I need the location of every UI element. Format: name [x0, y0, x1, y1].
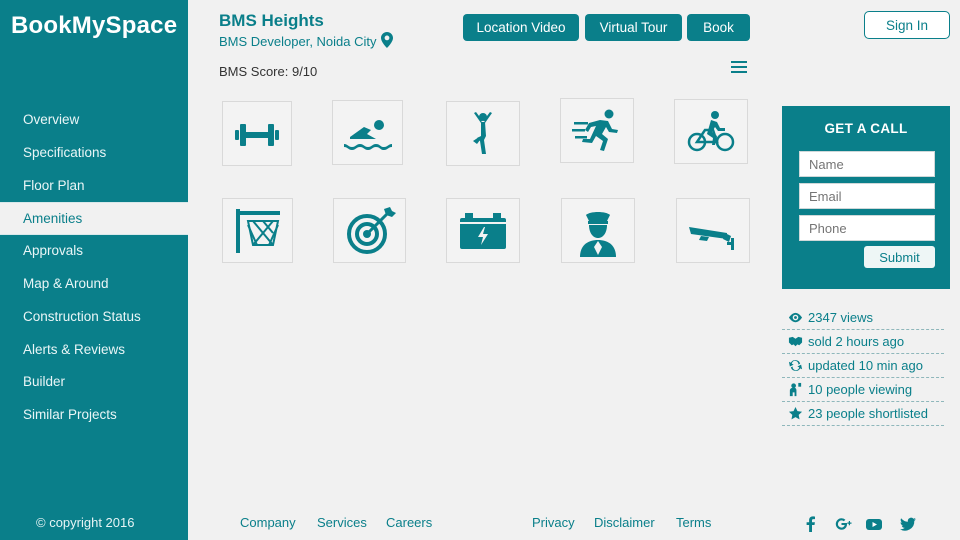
amenity-security-guard: [561, 198, 635, 263]
sidebar-item-similar-projects[interactable]: Similar Projects: [0, 399, 188, 432]
get-a-call-form: GET A CALL Submit: [782, 106, 950, 289]
gym-icon: [235, 123, 279, 146]
footer-link-careers[interactable]: Careers: [386, 515, 432, 530]
stat-text: sold 2 hours ago: [808, 334, 905, 349]
developer-location-text: BMS Developer, Noida City: [219, 34, 377, 49]
eye-icon: [782, 310, 808, 325]
project-subtitle: BMS Developer, Noida City: [219, 32, 393, 51]
bms-score: BMS Score: 9/10: [219, 64, 318, 79]
power-backup-icon: [460, 212, 506, 249]
footer-link-services[interactable]: Services: [317, 515, 367, 530]
sidebar-item-builder[interactable]: Builder: [0, 366, 188, 399]
location-video-button[interactable]: Location Video: [463, 14, 579, 41]
amenity-basketball: [222, 198, 293, 263]
phone-field[interactable]: [799, 215, 935, 241]
sidebar-item-amenities[interactable]: Amenities: [0, 202, 188, 236]
amenity-swimming: [332, 100, 403, 165]
star-icon: [782, 406, 808, 421]
amenity-running: [560, 98, 634, 163]
cycling-icon: [687, 110, 735, 151]
footer-link-disclaimer[interactable]: Disclaimer: [594, 515, 655, 530]
swimming-icon: [343, 119, 392, 150]
sidebar-item-construction-status[interactable]: Construction Status: [0, 301, 188, 334]
amenity-cycling: [674, 99, 748, 164]
amenity-power-backup: [446, 198, 520, 263]
copyright-text: © copyright 2016: [36, 515, 135, 530]
stat-text: 10 people viewing: [808, 382, 913, 397]
running-icon: [572, 109, 618, 151]
sign-in-button[interactable]: Sign In: [864, 11, 950, 39]
virtual-tour-button[interactable]: Virtual Tour: [585, 14, 682, 41]
people-icon: [782, 382, 808, 397]
hamburger-menu-icon[interactable]: [731, 61, 747, 75]
stat-text: updated 10 min ago: [808, 358, 923, 373]
sidebar-item-specifications[interactable]: Specifications: [0, 137, 188, 170]
amenity-yoga: [446, 101, 520, 166]
sidebar: BookMySpace Overview Specifications Floo…: [0, 0, 188, 540]
basketball-icon: [235, 208, 280, 253]
sidebar-item-map-around[interactable]: Map & Around: [0, 268, 188, 301]
sidebar-item-overview[interactable]: Overview: [0, 104, 188, 137]
stat-text: 2347 views: [808, 310, 874, 325]
youtube-icon[interactable]: [865, 515, 883, 533]
facebook-icon[interactable]: [802, 515, 820, 533]
sidebar-item-alerts-reviews[interactable]: Alerts & Reviews: [0, 334, 188, 367]
stat-text: 23 people shortlisted: [808, 406, 928, 421]
sidebar-nav: Overview Specifications Floor Plan Ameni…: [0, 104, 188, 432]
location-pin-icon[interactable]: [380, 32, 393, 51]
handshake-icon: [782, 334, 808, 349]
footer-link-privacy[interactable]: Privacy: [532, 515, 575, 530]
book-button[interactable]: Book: [687, 14, 750, 41]
name-field[interactable]: [799, 151, 935, 177]
footer-link-terms[interactable]: Terms: [676, 515, 711, 530]
yoga-icon: [473, 111, 492, 154]
google-icon[interactable]: [835, 515, 853, 533]
stat-viewing: 10 people viewing: [782, 378, 944, 402]
stat-sold: sold 2 hours ago: [782, 330, 944, 354]
security-guard-icon: [580, 211, 616, 257]
sidebar-item-floor-plan[interactable]: Floor Plan: [0, 170, 188, 203]
stat-views: 2347 views: [782, 306, 944, 330]
get-a-call-title: GET A CALL: [824, 121, 908, 136]
target-icon: [346, 206, 396, 254]
twitter-icon[interactable]: [899, 515, 917, 533]
amenity-cctv: [676, 198, 750, 263]
page-title: BMS Heights: [219, 11, 324, 30]
amenity-gym: [222, 101, 292, 166]
footer-link-company[interactable]: Company: [240, 515, 296, 530]
stat-shortlisted: 23 people shortlisted: [782, 402, 944, 426]
refresh-icon: [782, 358, 808, 373]
sidebar-item-approvals[interactable]: Approvals: [0, 235, 188, 268]
email-field[interactable]: [799, 183, 935, 209]
project-stats: 2347 views sold 2 hours ago updated 10 m…: [782, 306, 944, 426]
cctv-icon: [689, 226, 734, 250]
brand-logo[interactable]: BookMySpace: [11, 12, 177, 40]
stat-updated: updated 10 min ago: [782, 354, 944, 378]
submit-button[interactable]: Submit: [864, 246, 935, 268]
amenity-target: [333, 198, 406, 263]
